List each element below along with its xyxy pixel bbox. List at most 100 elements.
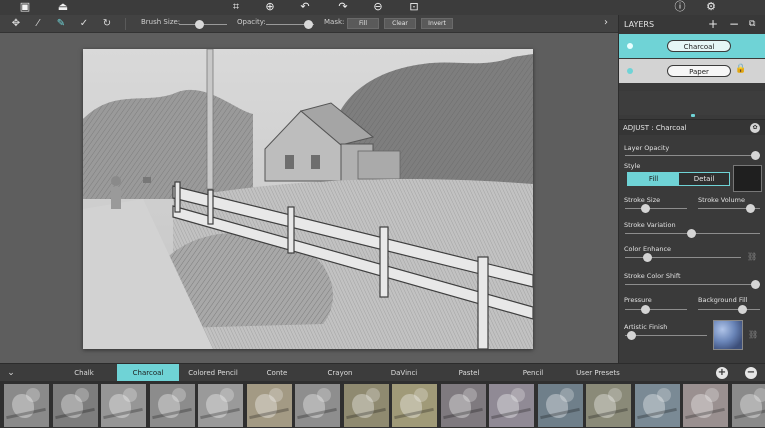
mask-label: Mask: [324,18,345,26]
style-fill-option[interactable]: Fill [628,173,679,185]
add-preset-icon[interactable]: + [716,367,728,379]
zoom-in-icon[interactable]: ⊕ [263,0,277,14]
stroke-variation-slider[interactable] [625,229,760,238]
panel-resize-handle[interactable] [691,114,695,117]
chevron-down-icon[interactable]: ⌄ [4,364,18,382]
lock-icon: 🔒 [735,64,747,74]
preset-thumbnails [0,381,765,428]
brush-size-slider[interactable] [179,20,227,29]
remove-layer-icon[interactable]: − [729,17,739,31]
mask-invert-button[interactable]: Invert [421,18,453,29]
stroke-color-shift-slider[interactable] [625,280,760,289]
check-brush-icon[interactable]: ✓ [77,17,91,31]
presets-bar: ⌄ Chalk Charcoal Colored Pencil Conte Cr… [0,363,765,382]
preset-tab-charcoal[interactable]: Charcoal [117,364,179,382]
sketch-image[interactable] [83,49,533,349]
settings-icon[interactable]: ⚙ [704,0,718,14]
toolbar-divider [125,18,126,30]
preset-tab-davinci[interactable]: DaVinci [375,364,433,382]
artistic-finish-texture[interactable] [713,320,743,350]
preset-tab-colored-pencil[interactable]: Colored Pencil [182,364,244,382]
artistic-finish-slider[interactable] [625,331,707,340]
zoom-out-icon[interactable]: ⊖ [371,0,385,14]
info-icon[interactable]: ⓘ [673,0,687,14]
image-frame-icon[interactable]: ▣ [18,0,32,14]
color-enhance-slider[interactable] [625,253,741,262]
preset-thumbnail[interactable] [198,384,243,427]
artistic-finish-label: Artistic Finish [624,323,668,331]
stroke-color-shift-label: Stroke Color Shift [624,272,681,280]
right-panel: LAYERS + − ⧉ Charcoal Paper 🔒 ADJUST : C… [618,15,765,363]
opacity-slider[interactable] [266,20,314,29]
layers-empty-area [619,91,765,115]
preset-thumbnail[interactable] [343,384,389,427]
adjust-title: ADJUST : Charcoal [623,124,687,132]
layer-visibility-dot[interactable] [627,43,633,49]
preset-thumbnail[interactable] [392,384,437,427]
reset-brush-icon[interactable]: ↻ [100,17,114,31]
move-icon[interactable]: ✥ [9,17,23,31]
adjust-header: ADJUST : Charcoal ✿ [619,119,765,135]
stroke-volume-slider[interactable] [698,204,760,213]
layer-row-charcoal[interactable]: Charcoal [619,34,765,58]
opacity-label: Opacity: [237,18,266,26]
stroke-volume-label: Stroke Volume [698,196,745,204]
layer-opacity-slider[interactable] [625,151,760,160]
duplicate-layer-icon[interactable]: ⧉ [749,17,755,31]
preset-tab-chalk[interactable]: Chalk [58,364,110,382]
preset-thumbnail[interactable] [586,384,631,427]
preset-thumbnail[interactable] [489,384,534,427]
color-enhance-label: Color Enhance [624,245,672,253]
crop-icon[interactable]: ⌗ [229,0,243,14]
preset-thumbnail[interactable] [4,384,49,427]
preset-thumbnail[interactable] [246,384,292,427]
fit-screen-icon[interactable]: ⊡ [407,0,421,14]
layer-visibility-dot[interactable] [627,68,633,74]
undo-icon[interactable]: ↶ [298,0,312,14]
mask-clear-button[interactable]: Clear [384,18,416,29]
layer-name-charcoal[interactable]: Charcoal [667,40,731,52]
brush-size-label: Brush Size: [141,18,181,26]
remove-preset-icon[interactable]: − [745,367,757,379]
link-icon[interactable]: ⛓ [748,330,758,339]
add-layer-icon[interactable]: + [708,17,718,31]
stroke-size-slider[interactable] [625,204,687,213]
link-icon[interactable]: ⛓ [747,252,757,261]
style-detail-option[interactable]: Detail [679,173,729,185]
preset-thumbnail[interactable] [101,384,146,427]
layers-title: LAYERS [624,20,655,29]
preset-thumbnail[interactable] [295,384,340,427]
preset-tab-crayon[interactable]: Crayon [311,364,369,382]
style-toggle: Fill Detail [627,172,730,186]
background-fill-label: Background Fill [698,296,748,304]
preset-tab-pastel[interactable]: Pastel [440,364,498,382]
preset-thumbnail[interactable] [440,384,486,427]
pressure-slider[interactable] [625,305,687,314]
preset-tab-conte[interactable]: Conte [248,364,306,382]
stroke-variation-label: Stroke Variation [624,221,676,229]
canvas-area[interactable] [0,33,618,363]
preset-thumbnail[interactable] [149,384,195,427]
preset-tab-pencil[interactable]: Pencil [504,364,562,382]
layer-name-paper[interactable]: Paper [667,65,731,77]
eraser-brush-icon[interactable]: ✎ [54,17,68,31]
redo-icon[interactable]: ↷ [336,0,350,14]
layers-header: LAYERS + − ⧉ [619,15,765,34]
preset-tab-user-presets[interactable]: User Presets [566,364,630,382]
background-fill-slider[interactable] [698,305,760,314]
chevron-right-icon[interactable]: › [604,17,608,28]
layer-row-paper[interactable]: Paper 🔒 [619,59,765,83]
style-label: Style [624,162,641,170]
preset-thumbnail[interactable] [537,384,583,427]
top-bar: ▣ ⏏ ⌗ ⊕ ↶ ↷ ⊖ ⊡ ⓘ ⚙ [0,0,765,15]
preset-thumbnail[interactable] [52,384,98,427]
preset-thumbnail[interactable] [683,384,728,427]
mask-fill-button[interactable]: Fill [347,18,379,29]
adjust-preset-icon[interactable]: ✿ [750,123,760,133]
brush-icon[interactable]: ⁄ [31,17,45,31]
stroke-color-swatch[interactable] [733,165,762,192]
pressure-label: Pressure [624,296,652,304]
preset-thumbnail[interactable] [634,384,680,427]
export-tray-icon[interactable]: ⏏ [56,0,70,14]
preset-thumbnail[interactable] [731,384,765,427]
